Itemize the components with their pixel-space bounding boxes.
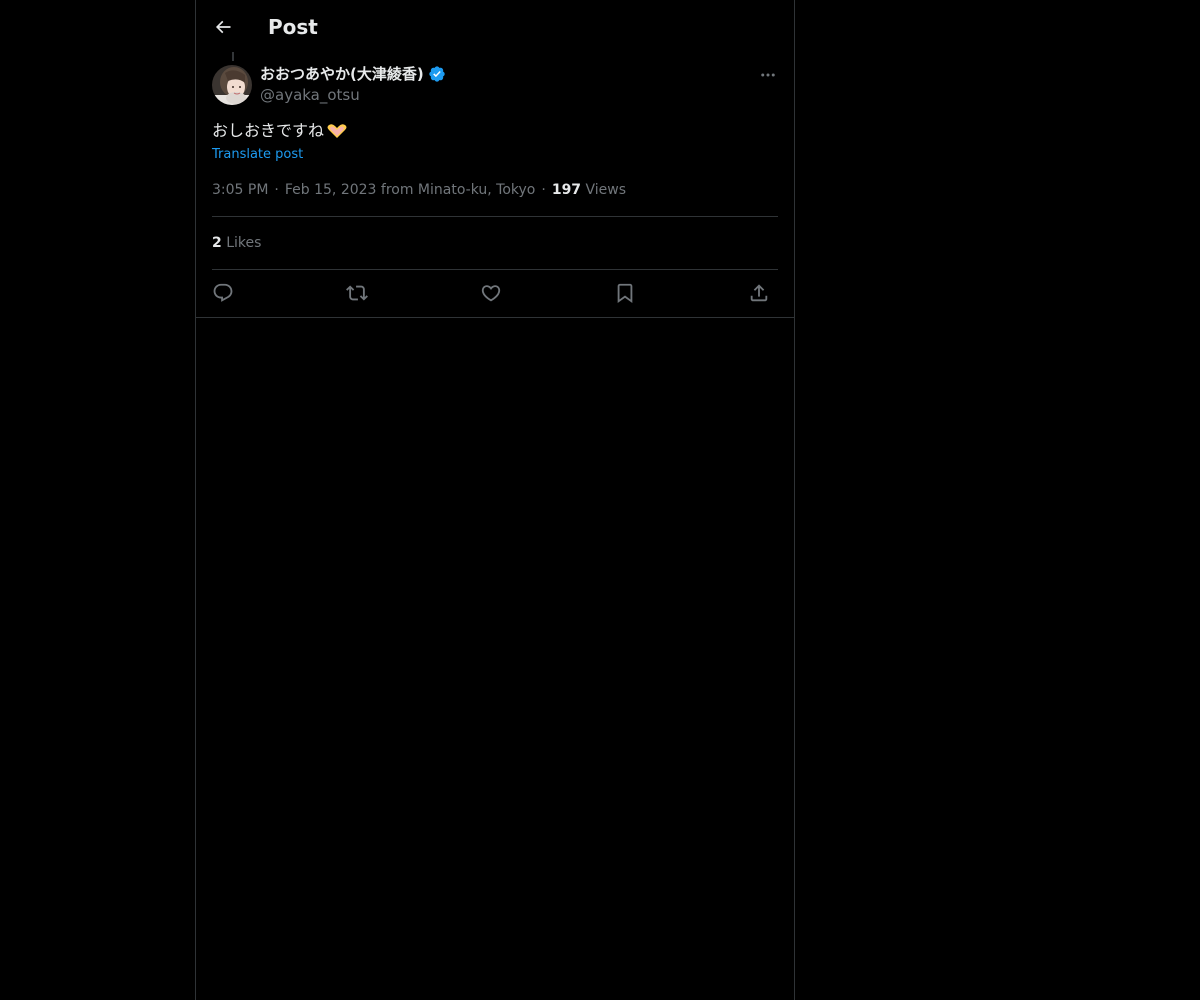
views-label: Views: [585, 182, 627, 198]
heart-icon: [481, 285, 501, 302]
divider: [212, 216, 778, 217]
arrow-left-icon: [215, 20, 231, 34]
post-bottom-border: [196, 317, 794, 318]
repost-icon: [346, 285, 368, 301]
author-handle[interactable]: @ayaka_otsu: [260, 85, 360, 105]
page-header: Post: [196, 0, 794, 53]
bookmark-button[interactable]: [612, 280, 638, 306]
post-metadata: 3:05 PM · Feb 15, 2023 from Minato-ku, Tok…: [212, 179, 626, 201]
post-date-location[interactable]: Feb 15, 2023 from Minato-ku, Tokyo: [285, 182, 536, 198]
back-button[interactable]: [208, 10, 238, 44]
share-icon: [750, 284, 768, 302]
likes-summary[interactable]: 2 Likes: [212, 232, 261, 254]
post-body: おしおきですね: [212, 118, 348, 144]
main-column: Post おおつあやか(大津綾香) @ayaka_otsu おしおきですね Tr…: [195, 0, 795, 1000]
separator-dot: ·: [274, 182, 279, 198]
like-button[interactable]: [478, 280, 504, 306]
likes-label: Likes: [226, 235, 262, 251]
reply-icon: [213, 283, 233, 302]
likes-count: 2: [212, 235, 222, 251]
bookmark-icon: [617, 283, 633, 304]
post-actions-bar: [212, 280, 778, 306]
more-horizontal-icon: [761, 73, 775, 77]
reply-button[interactable]: [210, 280, 236, 306]
separator-dot: ·: [541, 182, 546, 198]
avatar[interactable]: [212, 65, 252, 105]
views-count: 197: [551, 182, 582, 198]
author-display-name: おおつあやか(大津綾香): [260, 65, 424, 83]
page-title: Post: [268, 15, 318, 39]
post-text: おしおきですね: [212, 121, 325, 140]
divider: [212, 269, 778, 270]
repost-button[interactable]: [344, 280, 370, 306]
share-button[interactable]: [746, 280, 772, 306]
verified-badge-icon: [429, 66, 445, 82]
translate-post-link[interactable]: Translate post: [212, 145, 303, 165]
post-time[interactable]: 3:05 PM: [212, 182, 268, 198]
avatar-photo: [212, 65, 252, 105]
more-options-button[interactable]: [757, 65, 779, 85]
heart-hands-emoji: [327, 124, 347, 138]
thread-connector-line: [232, 52, 234, 61]
author-name[interactable]: おおつあやか(大津綾香): [260, 64, 446, 84]
